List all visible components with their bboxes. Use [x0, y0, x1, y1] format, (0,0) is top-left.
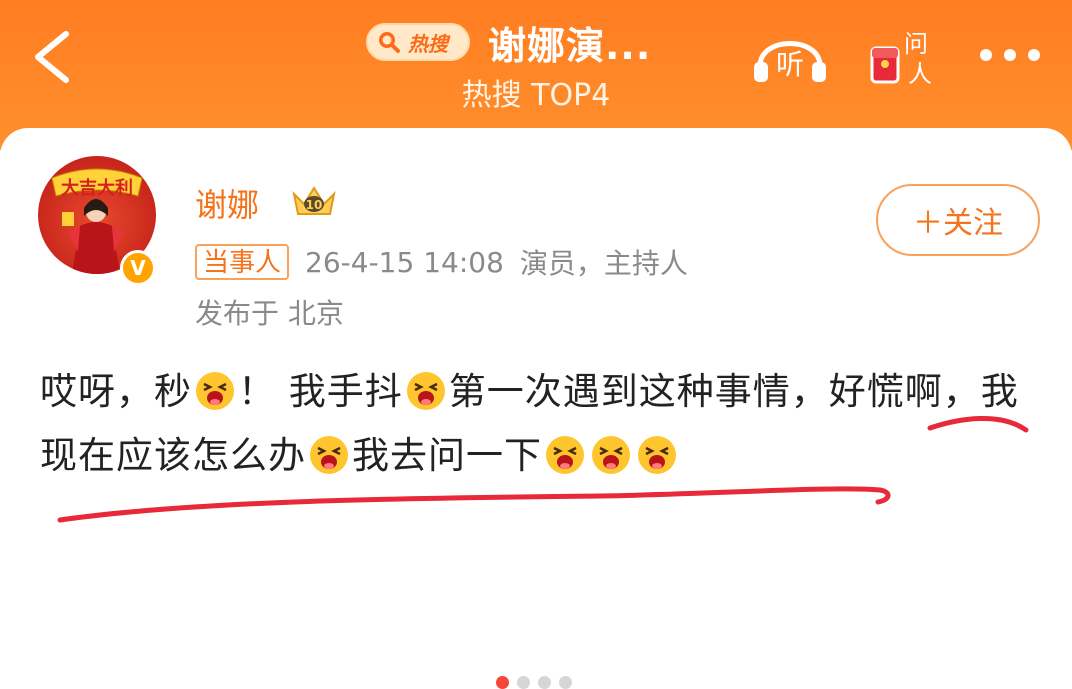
pagination-dots	[496, 676, 572, 689]
post-location: 发布于 北京	[195, 297, 344, 330]
hot-search-badge[interactable]: 热搜	[366, 23, 470, 61]
crying-emoji-icon	[546, 436, 584, 474]
crying-emoji-icon	[196, 372, 234, 410]
post-segment: 我去问一下	[352, 434, 542, 477]
search-icon	[379, 32, 400, 53]
ask-red-packet-icon[interactable]: 问 人	[866, 26, 938, 88]
crying-emoji-icon	[406, 372, 445, 410]
crying-emoji-icon	[638, 436, 676, 474]
listen-label: 听	[776, 48, 804, 81]
author-name[interactable]: 谢娜	[195, 180, 259, 226]
crying-emoji-icon	[310, 436, 348, 474]
listen-headphones-icon[interactable]: 听	[752, 26, 828, 86]
post-body: 哎呀，秒！ 我手抖 第一次遇到这种事情，好慌啊，我现在应该怎么办 我去问一下	[40, 360, 1040, 488]
avatar-banner-text: 大吉大利	[61, 177, 133, 199]
post-timestamp: 26-4-15 14:08	[305, 245, 504, 279]
party-tag: 当事人	[195, 244, 290, 280]
page-title: 谢娜演...	[488, 23, 652, 68]
pagination-dot[interactable]	[538, 676, 551, 689]
more-options-icon[interactable]	[978, 46, 1042, 64]
pagination-dot[interactable]	[517, 676, 530, 689]
post-segment: 哎呀，秒	[40, 370, 192, 413]
pagination-dot[interactable]	[559, 676, 572, 689]
post-meta: 当事人 26-4-15 14:08 演员，主持人	[195, 242, 688, 282]
post-segment: ！ 我手抖	[238, 370, 403, 413]
pagination-dot[interactable]	[496, 676, 509, 689]
crying-emoji-icon	[592, 436, 630, 474]
ask-label-bottom: 人	[908, 60, 932, 88]
crown-level: 10	[306, 198, 323, 212]
verified-badge: V	[120, 250, 156, 286]
title-bar: 热搜 谢娜演...	[366, 10, 651, 74]
author-occupation: 演员，主持人	[519, 247, 688, 280]
follow-button[interactable]: ＋关注	[876, 184, 1040, 256]
hot-search-tag: 热搜	[408, 31, 448, 56]
post-card: 大吉大利 V 谢娜 10 ＋关注 当事人 26-4-15 14:08 演员，主持…	[0, 128, 1072, 689]
crown-level-icon: 10	[292, 186, 336, 215]
ask-label-top: 问	[904, 30, 928, 58]
